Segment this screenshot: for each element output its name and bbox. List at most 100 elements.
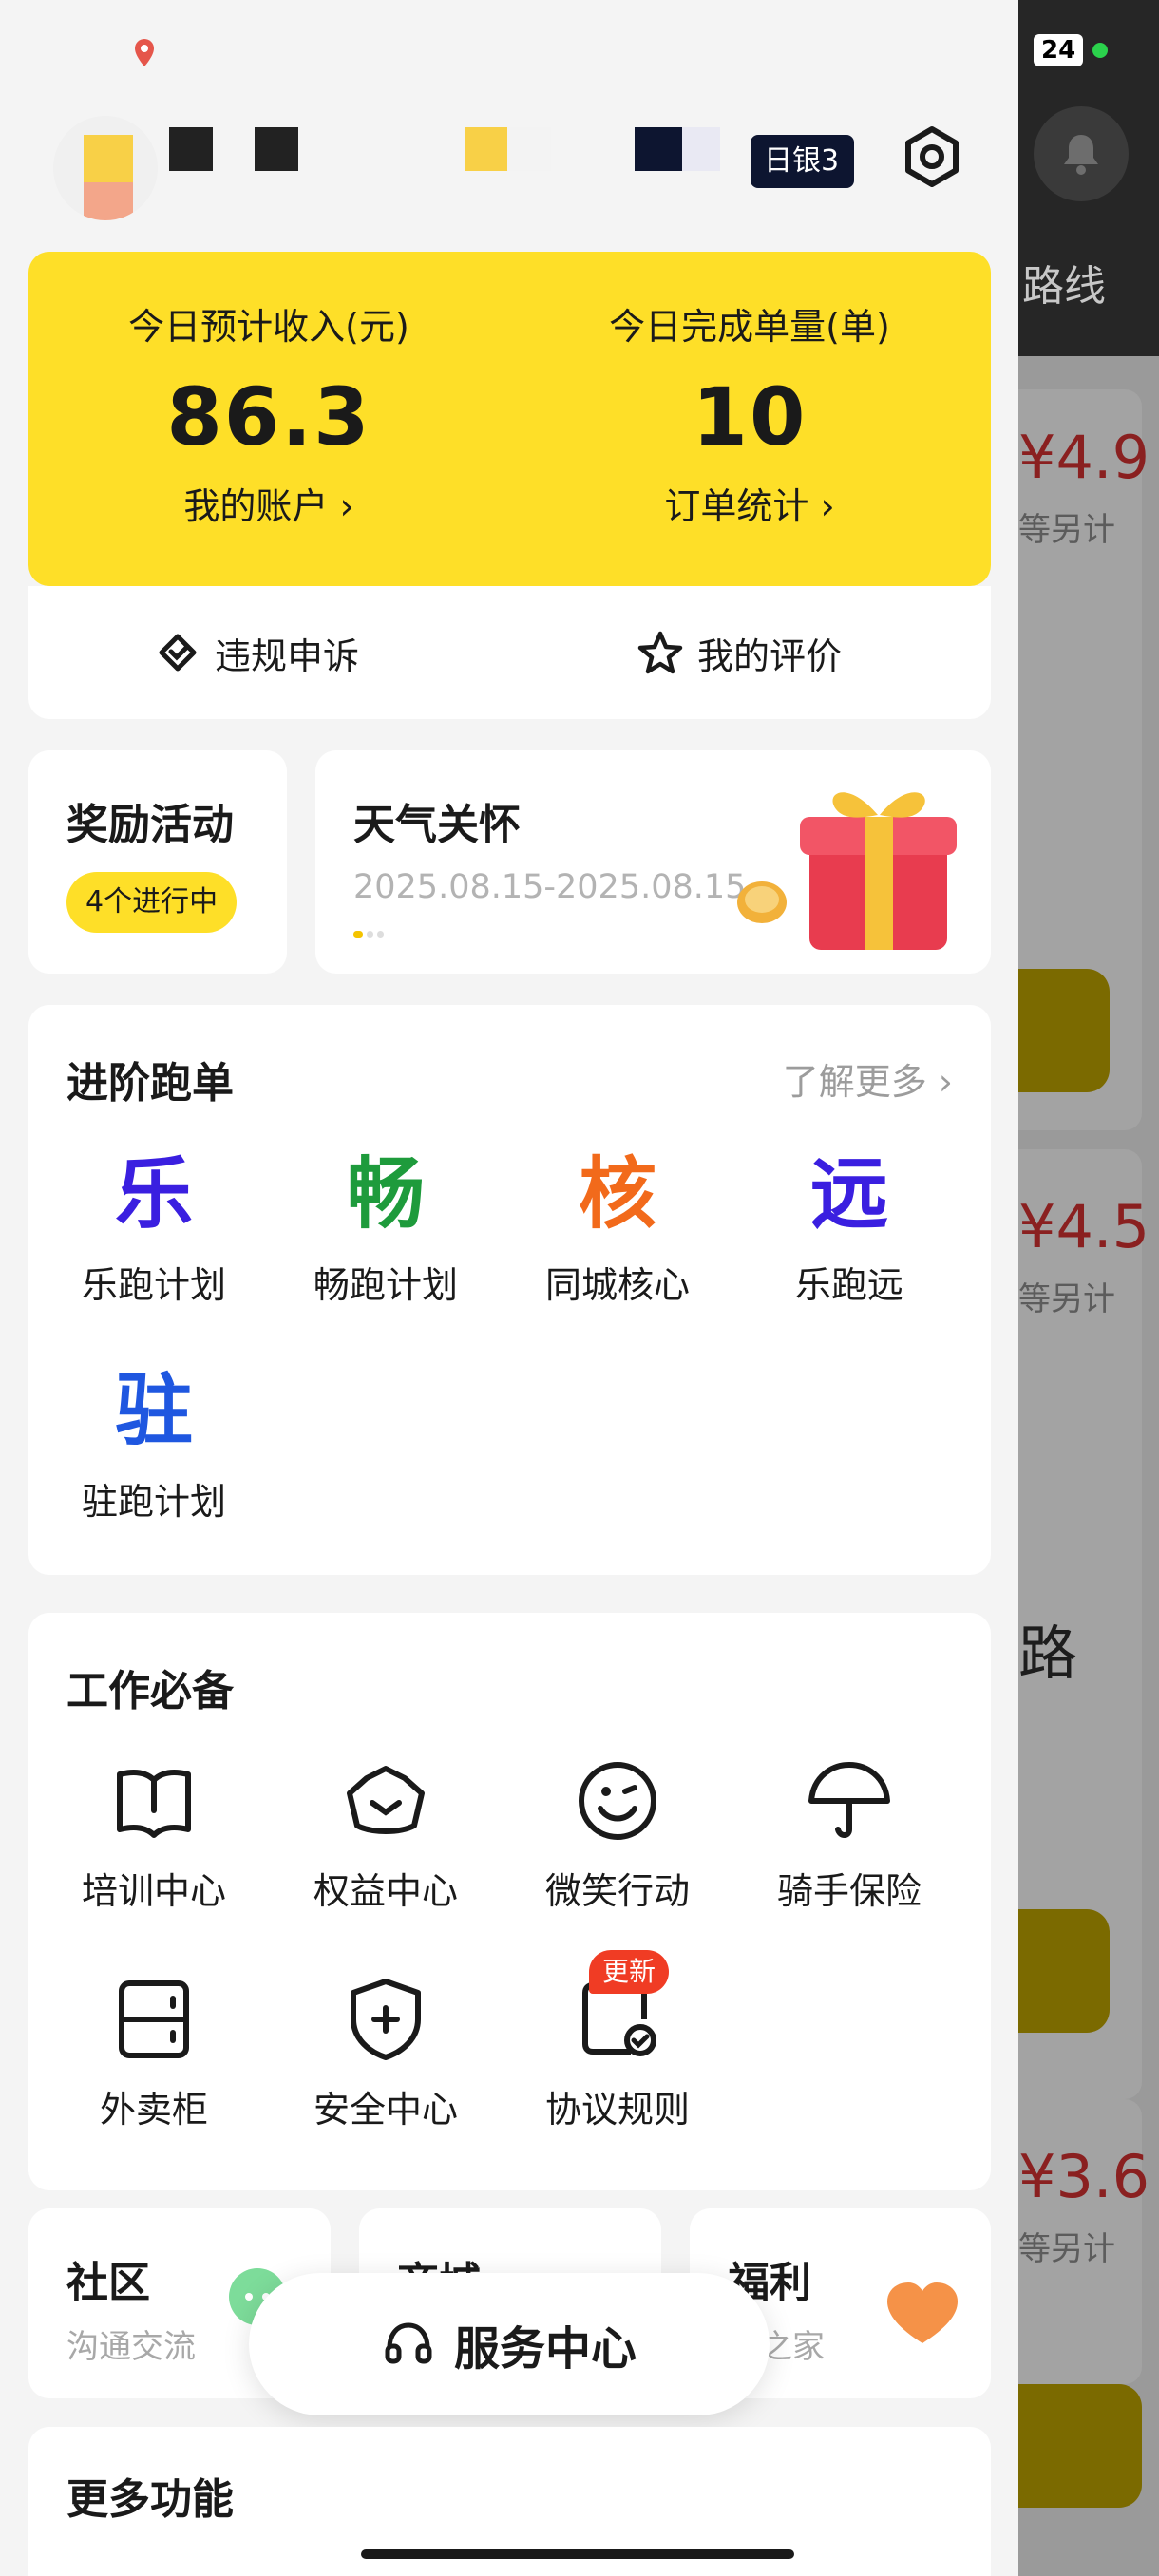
income-value: 86.3 xyxy=(166,370,371,464)
plan-item-city-core[interactable]: 核 同城核心 xyxy=(502,1147,733,1308)
community-title: 社区 xyxy=(66,2259,150,2307)
settings-icon[interactable] xyxy=(899,123,965,190)
city-core-icon: 核 xyxy=(578,1149,656,1240)
work-essentials-title: 工作必备 xyxy=(66,1667,234,1715)
benefits-center-item[interactable]: 权益中心 xyxy=(270,1753,502,1914)
background-route-tab: 路线 xyxy=(1022,262,1106,311)
background-price-note: 等另计 xyxy=(1018,2230,1115,2268)
gift-box-icon xyxy=(737,792,957,950)
battery-indicator: 24 xyxy=(1034,34,1084,66)
tool-label: 协议规则 xyxy=(544,2089,690,2131)
headset-icon xyxy=(385,2322,432,2364)
heart-icon xyxy=(887,2282,958,2343)
plan-label: 乐跑计划 xyxy=(81,1264,226,1306)
locker-item[interactable]: 外卖柜 xyxy=(38,1972,270,2132)
background-button xyxy=(1018,2384,1142,2508)
weather-care-title: 天气关怀 xyxy=(353,801,521,849)
book-icon xyxy=(117,1770,191,1838)
appeal-icon xyxy=(159,634,197,672)
zhu-pao-icon: 驻 xyxy=(114,1366,193,1456)
location-pin-icon xyxy=(133,38,156,72)
tool-label: 微笑行动 xyxy=(544,1870,690,1912)
locker-icon xyxy=(119,1980,189,2058)
le-pao-icon: 乐 xyxy=(114,1149,193,1240)
tool-label: 外卖柜 xyxy=(99,2089,208,2131)
smile-action-item[interactable]: 微笑行动 xyxy=(502,1753,733,1914)
masked-name-block xyxy=(682,127,720,171)
background-price: ¥4.9 xyxy=(1018,423,1150,492)
safety-center-item[interactable]: 安全中心 xyxy=(270,1972,502,2132)
star-icon xyxy=(637,631,683,674)
bell-icon xyxy=(1034,106,1129,201)
orders-column[interactable]: 今日完成单量(单) 10 订单统计 › xyxy=(509,252,990,529)
more-functions-title: 更多功能 xyxy=(66,2475,234,2524)
le-pao-yuan-icon: 远 xyxy=(809,1149,888,1240)
income-column[interactable]: 今日预计收入(元) 86.3 我的账户 › xyxy=(28,252,509,529)
carousel-pager xyxy=(353,931,384,938)
side-drawer: 日银3 今日预计收入(元) 86.3 我的账户 › 今日完成单量(单) 10 订… xyxy=(0,0,1018,2576)
background-app: 路线 ¥4.9 等另计 ¥4.5 等另计 路 ¥3.6 等另计 24 xyxy=(1018,0,1159,2576)
plan-label: 驻跑计划 xyxy=(81,1481,226,1523)
service-center-label: 服务中心 xyxy=(453,2322,636,2376)
chang-pao-icon: 畅 xyxy=(346,1149,425,1240)
earnings-card: 今日预计收入(元) 86.3 我的账户 › 今日完成单量(单) 10 订单统计 … xyxy=(28,252,991,586)
tool-label: 骑手保险 xyxy=(776,1870,922,1912)
plan-label: 乐跑远 xyxy=(794,1264,903,1306)
tool-label: 培训中心 xyxy=(81,1870,226,1912)
orders-label: 今日完成单量(单) xyxy=(609,306,890,348)
community-subtitle: 沟通交流 xyxy=(66,2328,196,2366)
tool-label: 安全中心 xyxy=(313,2089,458,2131)
appeal-button[interactable]: 违规申诉 xyxy=(154,586,359,719)
crown-icon xyxy=(347,1766,425,1834)
smile-icon xyxy=(579,1762,656,1840)
agreement-rules-item[interactable]: 协议规则 xyxy=(502,1972,733,2132)
profile-header: 日银3 xyxy=(0,104,1018,247)
weather-care-date: 2025.08.15-2025.08.15 xyxy=(353,868,747,906)
plan-item-zhu-pao[interactable]: 驻 驻跑计划 xyxy=(38,1364,270,1525)
tool-label: 权益中心 xyxy=(313,1870,458,1912)
rewards-title: 奖励活动 xyxy=(66,801,234,849)
background-road-text: 路 xyxy=(1018,1619,1078,1688)
background-button xyxy=(1018,1909,1110,2033)
orders-value: 10 xyxy=(692,370,808,464)
order-stats-link[interactable]: 订单统计 › xyxy=(509,477,990,529)
masked-name-block xyxy=(466,127,507,171)
my-rating-button[interactable]: 我的评价 xyxy=(636,586,842,719)
rewards-card[interactable]: 奖励活动 4个进行中 xyxy=(28,750,287,974)
new-update-badge: 更新 xyxy=(589,1950,670,1994)
service-center-button[interactable]: 服务中心 xyxy=(249,2273,770,2415)
weather-care-card[interactable]: 天气关怀 2025.08.15-2025.08.15 xyxy=(315,750,991,974)
masked-name-block xyxy=(507,127,551,171)
training-center-item[interactable]: 培训中心 xyxy=(38,1753,270,1914)
background-button xyxy=(1018,969,1110,1092)
rider-insurance-item[interactable]: 骑手保险 xyxy=(733,1753,965,1914)
my-account-link[interactable]: 我的账户 › xyxy=(28,477,509,529)
status-icons: 24 xyxy=(1034,34,1109,66)
background-price: ¥3.6 xyxy=(1018,2142,1150,2211)
privacy-dot-icon xyxy=(1092,43,1109,58)
plan-item-chang-pao[interactable]: 畅 畅跑计划 xyxy=(270,1147,502,1308)
masked-name-block xyxy=(635,127,682,171)
background-price-note: 等另计 xyxy=(1018,1280,1115,1318)
income-label: 今日预计收入(元) xyxy=(128,306,409,348)
advanced-running-card: 进阶跑单 了解更多 › 乐 乐跑计划 畅 畅跑计划 核 同城核心 远 乐跑远 驻… xyxy=(28,1005,991,1575)
appeal-label: 违规申诉 xyxy=(215,635,360,677)
umbrella-icon xyxy=(808,1762,890,1838)
plan-item-le-pao-yuan[interactable]: 远 乐跑远 xyxy=(733,1147,965,1308)
home-indicator[interactable] xyxy=(361,2549,794,2559)
advanced-running-title: 进阶跑单 xyxy=(66,1059,234,1108)
rewards-count-badge: 4个进行中 xyxy=(66,872,238,933)
plan-label: 畅跑计划 xyxy=(313,1264,458,1306)
masked-name-block xyxy=(255,127,298,171)
level-badge[interactable]: 日银3 xyxy=(750,135,855,188)
shield-plus-icon xyxy=(351,1979,421,2060)
work-essentials-card: 工作必备 培训中心 权益中心 微笑行动 骑手保险 外卖柜 安全中心 协议规则 xyxy=(28,1613,991,2190)
plan-item-le-pao[interactable]: 乐 乐跑计划 xyxy=(38,1147,270,1308)
avatar[interactable] xyxy=(53,116,158,220)
learn-more-link[interactable]: 了解更多 › xyxy=(783,1052,953,1105)
quick-actions-card: 违规申诉 我的评价 xyxy=(28,586,991,719)
masked-name-block xyxy=(169,127,213,171)
my-rating-label: 我的评价 xyxy=(697,635,843,677)
plan-label: 同城核心 xyxy=(544,1264,690,1306)
background-price-note: 等另计 xyxy=(1018,511,1115,549)
